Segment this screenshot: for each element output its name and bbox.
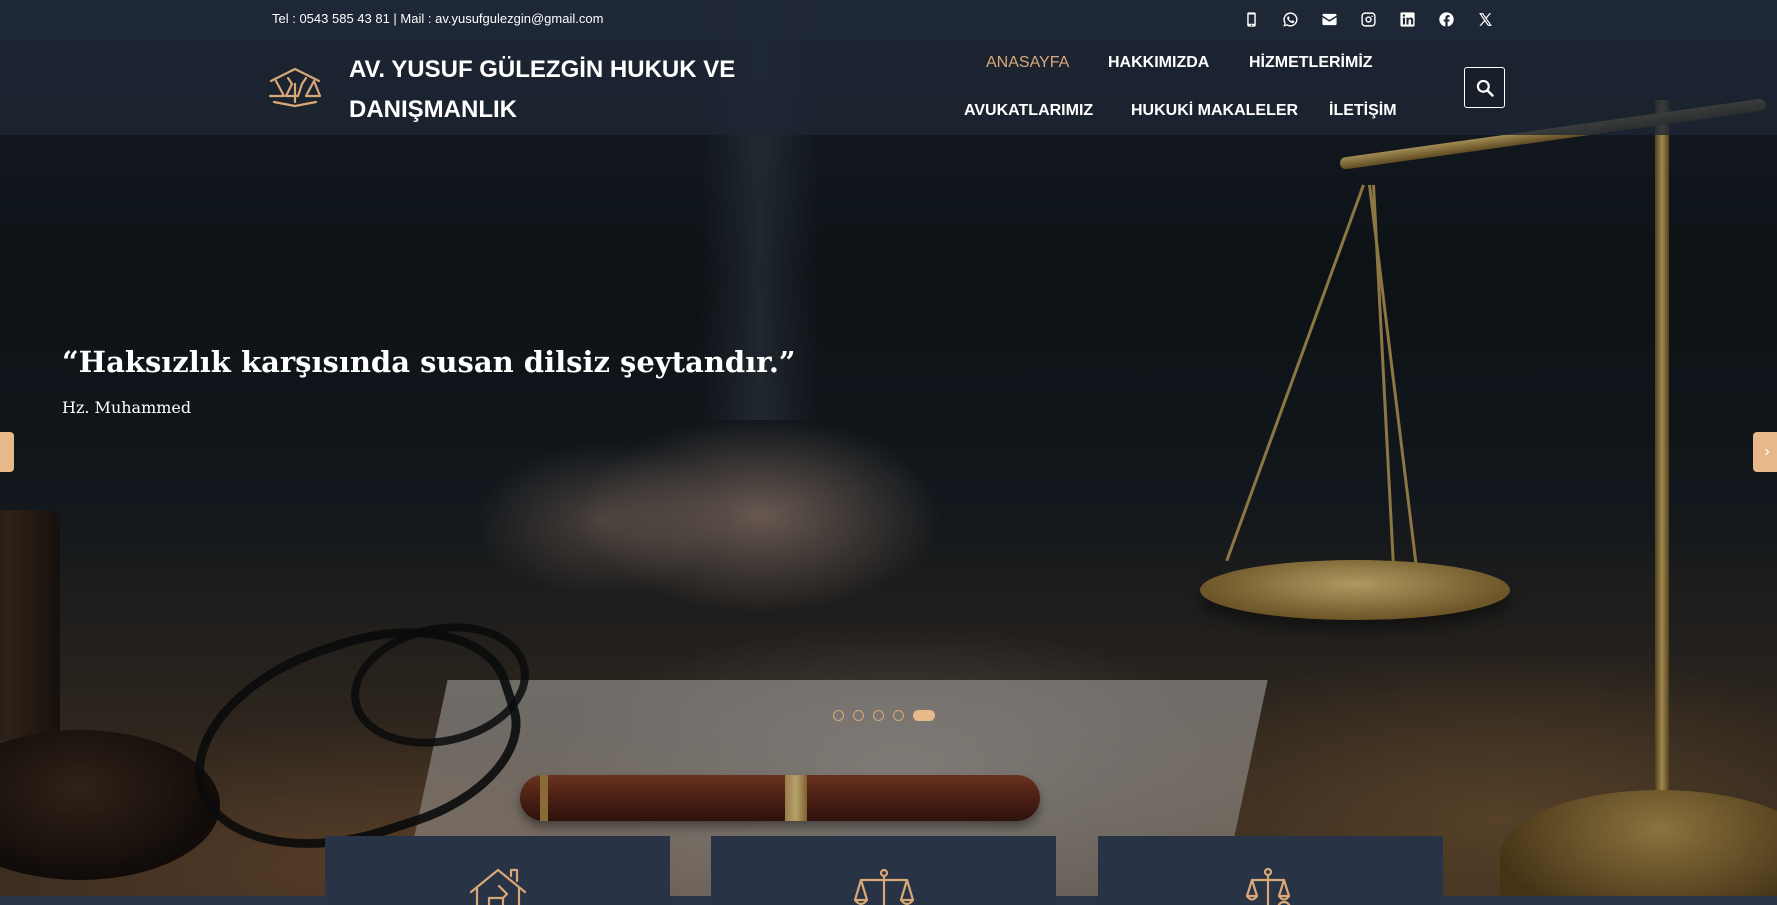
main-nav: ANASAYFA HAKKIMIZDA HİZMETLERİMİZ AVUKAT… xyxy=(950,40,1420,135)
scales-icon xyxy=(853,866,915,905)
x-icon[interactable] xyxy=(1474,8,1496,30)
service-card-2[interactable] xyxy=(711,836,1056,905)
slide-dot-4[interactable] xyxy=(893,710,904,721)
mobile-icon[interactable] xyxy=(1240,8,1262,30)
search-icon xyxy=(1476,79,1494,97)
service-card-1[interactable] xyxy=(325,836,670,905)
hero-overlay xyxy=(0,0,1777,905)
linkedin-icon[interactable] xyxy=(1396,8,1418,30)
social-links xyxy=(1240,8,1496,30)
nav-item-avukatlarimiz[interactable]: AVUKATLARIMIZ xyxy=(964,102,1093,120)
brand-line-2: DANIŞMANLIK xyxy=(349,96,517,123)
nav-item-hakkimizda[interactable]: HAKKIMIZDA xyxy=(1108,54,1209,72)
logo-icon[interactable] xyxy=(266,66,324,108)
top-bar: Tel : 0543 585 43 81 | Mail : av.yusufgu… xyxy=(0,0,1777,40)
slide-dot-1[interactable] xyxy=(833,710,844,721)
slide-quote: “Haksızlık karşısında susan dilsiz şeyta… xyxy=(62,345,796,379)
contact-info: Tel : 0543 585 43 81 | Mail : av.yusufgu… xyxy=(272,11,604,26)
mail-icon[interactable] xyxy=(1318,8,1340,30)
search-button[interactable] xyxy=(1464,67,1505,108)
prev-slide-button[interactable] xyxy=(0,432,14,472)
instagram-icon[interactable] xyxy=(1357,8,1379,30)
site-header: AV. YUSUF GÜLEZGİN HUKUK VE DANIŞMANLIK … xyxy=(0,40,1777,135)
next-slide-button[interactable]: › xyxy=(1753,432,1777,472)
slide-dot-2[interactable] xyxy=(853,710,864,721)
slide-author: Hz. Muhammed xyxy=(62,398,192,417)
scales-person-icon xyxy=(1240,866,1302,905)
hero-background-image xyxy=(0,0,1777,905)
nav-item-iletisim[interactable]: İLETİŞİM xyxy=(1329,102,1397,120)
brand-name[interactable]: AV. YUSUF GÜLEZGİN HUKUK VE DANIŞMANLIK xyxy=(349,50,769,130)
slider-pagination xyxy=(833,710,935,721)
nav-item-hizmetlerimiz[interactable]: HİZMETLERİMİZ xyxy=(1249,54,1373,72)
house-icon xyxy=(467,866,529,905)
brand-line-1: AV. YUSUF GÜLEZGİN HUKUK VE xyxy=(349,56,736,83)
service-card-3[interactable] xyxy=(1098,836,1443,905)
slide-dot-3[interactable] xyxy=(873,710,884,721)
slide-dot-5[interactable] xyxy=(913,710,935,721)
facebook-icon[interactable] xyxy=(1435,8,1457,30)
nav-item-anasayfa[interactable]: ANASAYFA xyxy=(986,54,1069,72)
nav-item-hukuki-makaleler[interactable]: HUKUKİ MAKALELER xyxy=(1131,102,1298,120)
whatsapp-icon[interactable] xyxy=(1279,8,1301,30)
